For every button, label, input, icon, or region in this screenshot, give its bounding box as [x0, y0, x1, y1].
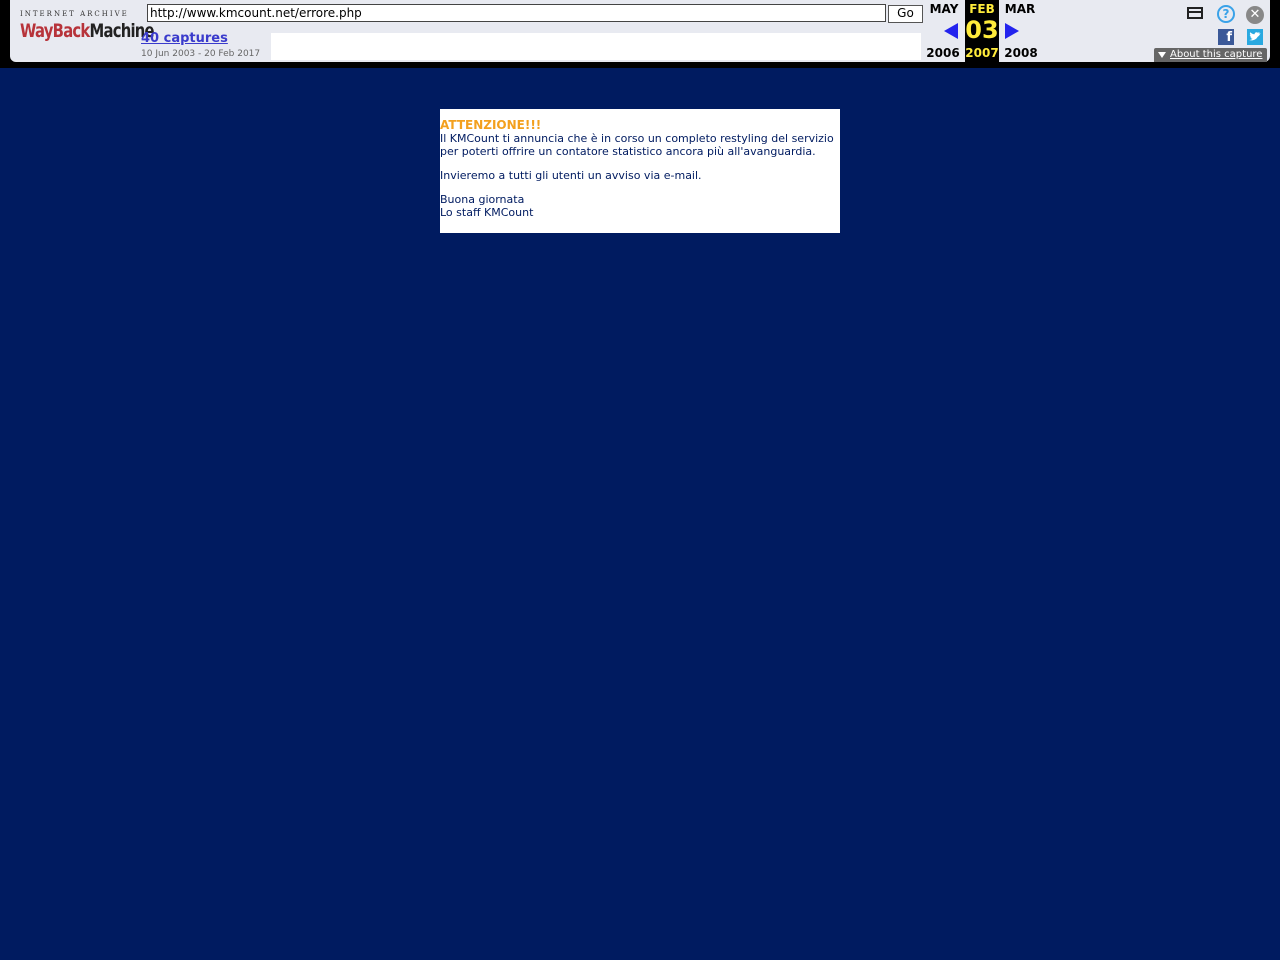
wayback-logo[interactable]: INTERNET ARCHIVE WayBackMachine: [20, 8, 155, 50]
calendar-next-arrow-icon[interactable]: [1005, 23, 1019, 39]
twitter-bird-shape: [1249, 32, 1261, 41]
logo-internet-archive-text: INTERNET ARCHIVE: [20, 10, 129, 18]
calendar-current-capture: FEB 03 2007: [965, 0, 999, 62]
notice-greeting: Buona giornata: [440, 193, 525, 206]
calendar-current-day: 03: [965, 16, 999, 44]
captures-sparkline[interactable]: [271, 33, 921, 60]
notice-signature: Lo staff KMCount: [440, 206, 534, 219]
calendar-next-year[interactable]: 2008: [1001, 46, 1041, 60]
window-icon[interactable]: [1187, 7, 1203, 19]
notice-email-note: Invieremo a tutti gli utenti un avviso v…: [440, 169, 702, 182]
notice-message: Il KMCount ti annuncia che è in corso un…: [440, 132, 834, 158]
calendar-next-month[interactable]: MAR: [1000, 2, 1040, 16]
captures-date-range: 10 Jun 2003 - 20 Feb 2017: [141, 49, 261, 59]
captures-link[interactable]: 40 captures: [141, 31, 228, 46]
calendar-current-year: 2007: [965, 46, 999, 60]
calendar-prev-year[interactable]: 2006: [923, 46, 963, 60]
calendar-prev-arrow-icon[interactable]: [944, 23, 958, 39]
calendar-prev-month[interactable]: MAY: [924, 2, 964, 16]
triangle-down-icon: [1158, 52, 1166, 58]
calendar-current-month: FEB: [969, 2, 995, 16]
logo-wayback-machine-text: WayBackMachine: [20, 20, 155, 42]
wayback-toolbar: INTERNET ARCHIVE WayBackMachine http://w…: [0, 0, 1280, 68]
about-capture-label: About this capture: [1170, 49, 1263, 60]
twitter-icon[interactable]: [1247, 29, 1263, 45]
maintenance-notice: ATTENZIONE!!! Il KMCount ti annuncia che…: [440, 109, 840, 233]
wayback-toolbar-panel: INTERNET ARCHIVE WayBackMachine http://w…: [10, 0, 1270, 62]
facebook-icon[interactable]: f: [1218, 29, 1234, 45]
go-button[interactable]: Go: [888, 5, 923, 23]
notice-title: ATTENZIONE!!!: [440, 118, 542, 132]
close-icon[interactable]: ✕: [1246, 6, 1264, 24]
url-input[interactable]: http://www.kmcount.net/errore.php: [147, 4, 886, 22]
about-capture-button[interactable]: About this capture: [1154, 48, 1267, 62]
help-icon[interactable]: ?: [1217, 5, 1235, 23]
